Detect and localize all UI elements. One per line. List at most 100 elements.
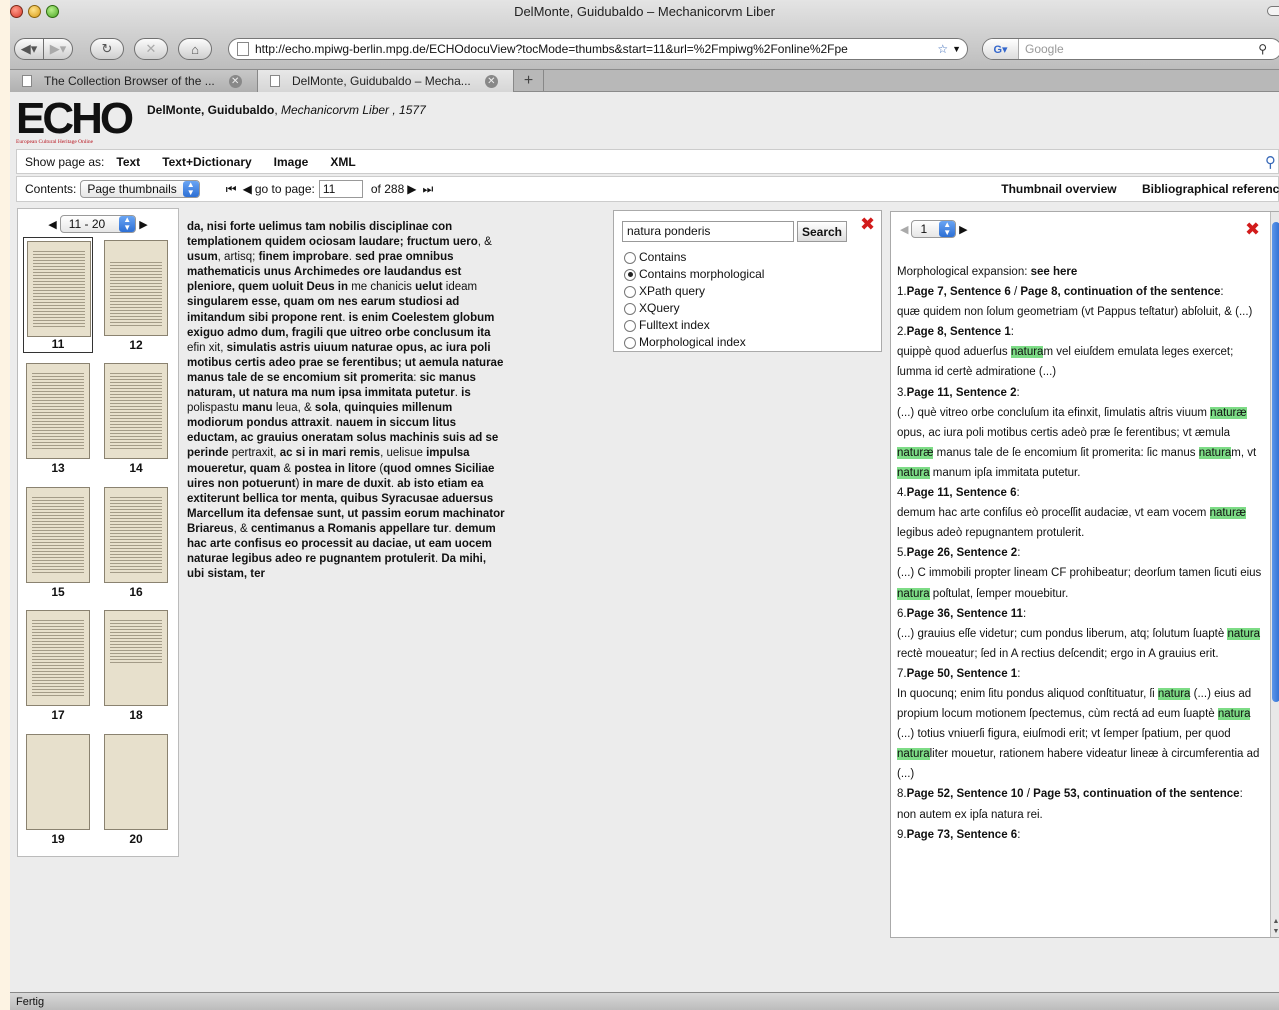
thumbnail-page-12[interactable]: 12: [101, 237, 171, 353]
page-number-input[interactable]: 11: [318, 180, 363, 198]
results-page-nav: ◀ 1 ▲ ▼ ▶: [897, 220, 971, 238]
thumbnail-page-18[interactable]: 18: [101, 607, 171, 723]
previous-page-icon[interactable]: ◀: [243, 182, 252, 196]
stop-button[interactable]: ✕: [134, 38, 168, 60]
radio-button[interactable]: [624, 268, 636, 281]
radio-button[interactable]: [624, 285, 636, 298]
select-arrows-icon: ▲ ▼: [939, 221, 956, 237]
result-item[interactable]: 5.Page 26, Sentence 2: (...) C immobili p…: [897, 543, 1267, 603]
thumbnail-range-select[interactable]: 11 - 20 ▲ ▼: [59, 215, 137, 233]
radio-button[interactable]: [624, 302, 636, 315]
close-results-icon[interactable]: ✖: [1245, 220, 1260, 238]
search-panel: natura ponderis Search ✖ Contains Contai…: [613, 210, 882, 352]
result-item[interactable]: 6.Page 36, Sentence 11: (...) grauius eſſ…: [897, 604, 1267, 664]
tab-delmonte[interactable]: DelMonte, Guidubaldo – Mecha... ✕: [258, 70, 514, 92]
back-button[interactable]: ◀▾: [14, 38, 44, 60]
option-xpath-query[interactable]: XPath query: [624, 283, 764, 300]
previous-results-icon[interactable]: ◀: [900, 223, 908, 236]
results-scrollbar[interactable]: ▲ ▼: [1270, 212, 1279, 937]
close-search-icon[interactable]: ✖: [860, 215, 875, 233]
magnifier-icon[interactable]: ⚲: [1265, 153, 1276, 171]
next-page-icon[interactable]: ▶: [407, 182, 416, 196]
url-text[interactable]: http://echo.mpiwg-berlin.mpg.de/ECHOdocu…: [255, 42, 933, 56]
option-xquery[interactable]: XQuery: [624, 300, 764, 317]
option-contains-morphological[interactable]: Contains morphological: [624, 266, 764, 283]
option-fulltext-index[interactable]: Fulltext index: [624, 317, 764, 334]
reload-button[interactable]: ↻: [90, 38, 124, 60]
thumbnail-overview-link[interactable]: Thumbnail overview: [1001, 182, 1116, 196]
url-bar[interactable]: http://echo.mpiwg-berlin.mpg.de/ECHOdocu…: [228, 38, 968, 60]
show-as-text-dictionary[interactable]: Text+Dictionary: [162, 155, 251, 169]
first-page-icon[interactable]: ⏮: [226, 182, 237, 197]
page-image: [27, 241, 91, 337]
scrollbar-thumb[interactable]: [1272, 222, 1279, 702]
tab-collection-browser[interactable]: The Collection Browser of the ... ✕: [10, 70, 258, 92]
search-mode-options: Contains Contains morphological XPath qu…: [624, 249, 764, 351]
thumbnail-page-15[interactable]: 15: [23, 484, 93, 600]
result-item[interactable]: 3.Page 11, Sentence 2: (...) què vitreo o…: [897, 383, 1267, 483]
scroll-arrows[interactable]: ▲ ▼: [1271, 917, 1279, 937]
radio-button[interactable]: [624, 319, 636, 332]
contents-mode-select[interactable]: Page thumbnails ▲ ▼: [80, 180, 200, 198]
search-engine-selector[interactable]: G▾: [983, 39, 1019, 59]
document-title: DelMonte, Guidubaldo, Mechanicorvm Liber…: [147, 103, 426, 117]
next-range-icon[interactable]: ▶: [139, 218, 147, 231]
bookmark-star-icon[interactable]: ☆: [937, 42, 948, 56]
forward-button[interactable]: ▶▾: [43, 38, 73, 60]
thumbnail-page-16[interactable]: 16: [101, 484, 171, 600]
option-morphological-index[interactable]: Morphological index: [624, 334, 764, 351]
close-tab-icon[interactable]: ✕: [484, 74, 498, 88]
search-icon[interactable]: ⚲: [1258, 42, 1267, 56]
page-image: [104, 363, 168, 459]
new-tab-button[interactable]: +: [514, 70, 544, 91]
toolbar-toggle-button[interactable]: [1267, 6, 1279, 16]
morph-expansion: Morphological expansion: see here: [897, 262, 1267, 282]
page-number: 15: [51, 585, 65, 599]
echo-logo[interactable]: ECHO European Cultural Heritage Online: [16, 97, 134, 147]
thumbnail-page-13[interactable]: 13: [23, 360, 93, 476]
result-item[interactable]: 8.Page 52, Sentence 10 / Page 53, contin…: [897, 784, 1267, 824]
see-here-link[interactable]: see here: [1031, 266, 1078, 278]
stop-icon: ✕: [145, 41, 157, 56]
search-button[interactable]: Search: [797, 221, 847, 242]
web-search-field[interactable]: G▾ Google ⚲: [982, 38, 1279, 60]
previous-range-icon[interactable]: ◀: [48, 218, 56, 231]
contents-bar: Contents: Page thumbnails ▲ ▼ ⏮ ◀ go to pa…: [16, 176, 1279, 202]
radio-button[interactable]: [624, 336, 636, 349]
option-label: Contains morphological: [639, 267, 765, 281]
thumbnail-page-20[interactable]: 20: [101, 731, 171, 847]
result-item[interactable]: 9.Page 73, Sentence 6:: [897, 825, 1267, 845]
page-number: 11: [51, 337, 65, 351]
result-item[interactable]: 7.Page 50, Sentence 1: In quocunq; enim ſ…: [897, 664, 1267, 785]
home-button[interactable]: ⌂: [178, 38, 212, 60]
thumbnail-page-14[interactable]: 14: [101, 360, 171, 476]
last-page-icon[interactable]: ⏭: [422, 182, 433, 197]
tab-label: DelMonte, Guidubaldo – Mecha...: [292, 74, 471, 88]
close-tab-icon[interactable]: ✕: [228, 74, 242, 88]
contents-links: Thumbnail overview Bibliographical refer…: [979, 182, 1279, 196]
show-as-text[interactable]: Text: [116, 155, 140, 169]
option-label: Fulltext index: [639, 318, 710, 332]
search-placeholder[interactable]: Google: [1019, 42, 1258, 56]
result-item[interactable]: 4.Page 11, Sentence 6: demum hac arte con…: [897, 483, 1267, 543]
page-image: [26, 610, 90, 706]
result-item[interactable]: 2.Page 8, Sentence 1: quippè quod aduerſu…: [897, 322, 1267, 382]
result-item[interactable]: 1.Page 7, Sentence 6 / Page 8, continuat…: [897, 282, 1267, 322]
results-page-select[interactable]: 1 ▲ ▼: [911, 220, 957, 238]
year: , 1577: [389, 103, 426, 117]
thumbnail-page-11[interactable]: 11: [23, 237, 93, 353]
bibliographical-reference-link[interactable]: Bibliographical reference: [1142, 182, 1279, 196]
next-results-icon[interactable]: ▶: [959, 223, 967, 236]
search-results-panel: ◀ 1 ▲ ▼ ▶ ✖ ▲ ▼ Morphological expansion: se…: [890, 211, 1279, 938]
show-as-image[interactable]: Image: [274, 155, 309, 169]
work-title: Mechanicorvm Liber: [281, 103, 390, 117]
page-image: [104, 487, 168, 583]
query-input[interactable]: natura ponderis: [622, 221, 794, 242]
url-history-dropdown-icon[interactable]: ▼: [952, 44, 961, 54]
option-label: XQuery: [639, 301, 680, 315]
show-as-xml[interactable]: XML: [330, 155, 355, 169]
thumbnail-page-19[interactable]: 19: [23, 731, 93, 847]
option-contains[interactable]: Contains: [624, 249, 764, 266]
radio-button[interactable]: [624, 251, 636, 264]
thumbnail-page-17[interactable]: 17: [23, 607, 93, 723]
